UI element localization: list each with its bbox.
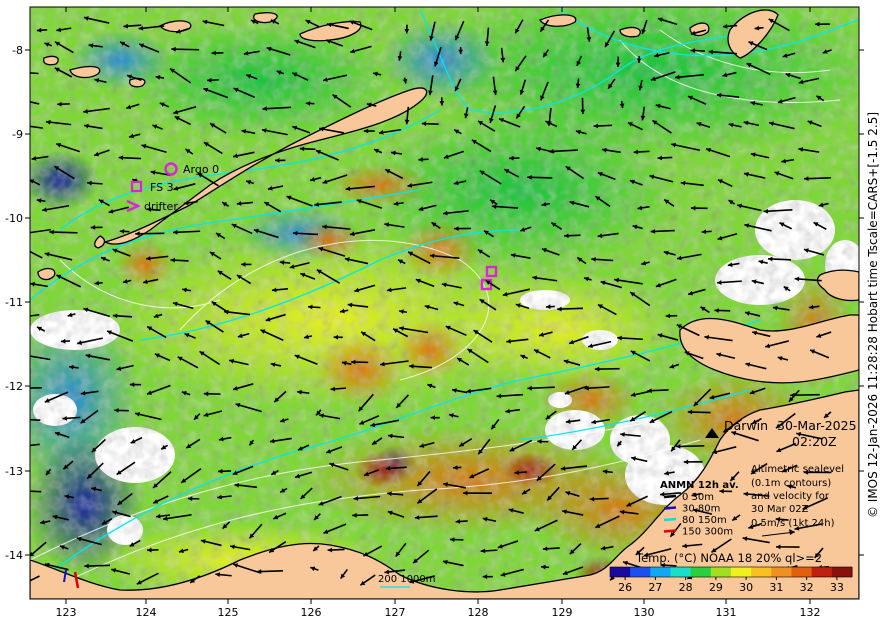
rote-island	[37, 267, 56, 281]
colorbar-swatch	[670, 567, 692, 577]
colorbar-title: Temp. (°C) NOAA 18 20% ql>=2	[635, 551, 822, 565]
island-northeast-a	[619, 26, 641, 38]
legend-label-fs: FS 3	[150, 181, 174, 194]
legend-label-drifter: drifter	[144, 200, 178, 213]
anmn-item-label: 0 30m	[682, 492, 714, 503]
anmn-legend-title: ANMN 12h av.	[660, 480, 739, 491]
place-name: Darwin	[724, 418, 768, 433]
colorbar-swatch	[771, 567, 792, 577]
lat-tick-label: -10	[5, 212, 23, 225]
lon-tick-label: 132	[800, 606, 821, 619]
map-time: 02:20Z	[792, 434, 837, 449]
lon-tick-label: 128	[468, 606, 489, 619]
colorbar-swatch	[650, 567, 671, 577]
anmn-item-label: 30 80m	[682, 504, 720, 515]
colorbar-tick-label: 32	[800, 581, 814, 594]
sst-field	[30, 7, 859, 599]
copyright-label: © IMOS 12-Jan-2026 11:28:28 Hobart time …	[866, 111, 880, 519]
altimetry-line-4: 30 Mar 02Z	[751, 504, 809, 515]
colorbar-swatch	[831, 567, 853, 577]
alor-island	[69, 65, 101, 79]
colorbar-swatch	[791, 567, 813, 577]
colorbar-tick-label: 26	[618, 581, 632, 594]
lon-tick-label: 125	[218, 606, 239, 619]
colorbar-tick-label: 31	[769, 581, 783, 594]
lat-tick-label: -11	[5, 296, 23, 309]
anmn-item-label: 80 150m	[682, 515, 727, 526]
legend-label-argo: Argo 0	[183, 163, 219, 176]
lon-tick-label: 131	[716, 606, 737, 619]
altimetry-line-3: and velocity for	[751, 491, 830, 502]
altimetry-line-2: (0.1m contours)	[751, 478, 831, 489]
depth-label: 200 1000m	[378, 574, 435, 585]
colorbar-tick-label: 28	[679, 581, 693, 594]
map-date: 30-Mar-2025	[777, 418, 857, 433]
colorbar-swatch	[630, 567, 651, 577]
colorbar-tick-label: 27	[648, 581, 662, 594]
lon-tick-label: 126	[301, 606, 322, 619]
lat-tick-label: -9	[12, 128, 23, 141]
colorbar-swatch	[610, 567, 631, 577]
colorbar-swatch	[811, 567, 833, 577]
depth-arrow-icon	[663, 517, 677, 522]
colorbar-swatch	[751, 567, 772, 577]
lon-tick-label: 129	[552, 606, 573, 619]
lon-tick-label: 123	[56, 606, 77, 619]
depth-arrow-icon	[663, 529, 677, 533]
colorbar-tick-label: 29	[709, 581, 723, 594]
colorbar-swatch	[690, 567, 712, 577]
colorbar-swatch	[710, 567, 732, 577]
colorbar-tick-label: 30	[739, 581, 753, 594]
depth-arrow-icon	[663, 506, 677, 510]
colorbar-swatch	[731, 567, 752, 577]
depth-arrow-icon	[663, 494, 677, 499]
colorbar-tick-label: 33	[830, 581, 844, 594]
lon-tick-label: 127	[385, 606, 406, 619]
altimetry-line-1: Altimetric sealevel	[751, 464, 844, 475]
altimetry-line-5: 0.5m/s (1kt 24h)	[751, 518, 835, 529]
lon-tick-label: 124	[136, 606, 157, 619]
lat-tick-label: -12	[5, 380, 23, 393]
anmn-item-label: 150 300m	[682, 527, 733, 538]
lat-tick-label: -8	[12, 44, 23, 57]
lon-tick-label: 130	[634, 606, 655, 619]
lat-tick-label: -14	[5, 549, 23, 562]
sea-surface-temperature-map: 123 124 125 126 127 128 129 130 131 132 -8 -9 -10 -1…	[5, 6, 864, 619]
island-west-a	[42, 55, 59, 66]
lat-tick-label: -13	[5, 465, 23, 478]
